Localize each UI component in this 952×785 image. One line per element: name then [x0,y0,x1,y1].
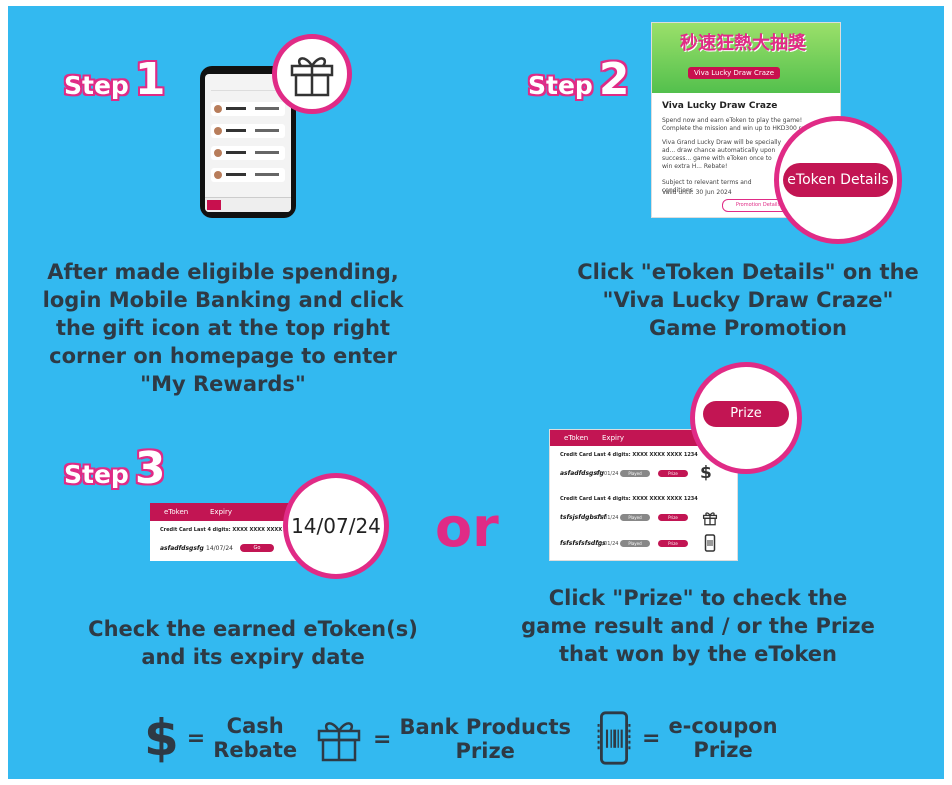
legend-cash-rebate: $ = Cash Rebate [144,710,297,766]
gift-icon-magnifier [272,34,352,114]
token-date: 01/01/24 [596,471,619,477]
coupon-phone-icon [597,711,631,765]
card-subheader: Credit Card Last 4 digits: XXXX XXXX XXX… [560,496,698,502]
step-2-label: Step 2 [528,58,629,102]
equals-sign: = [642,725,661,751]
card-subheader: Credit Card Last 4 digits: XXXX XXXX XXX… [560,452,698,458]
legend-e-coupon-prize: = e-coupon Prize [594,710,778,766]
prize-button[interactable]: Prize [658,540,688,547]
promo-valid: Valid until: 30 Jun 2024 [662,189,732,196]
prize-button-large[interactable]: Prize [703,401,789,427]
step-1-description: After made eligible spending, login Mobi… [42,260,404,396]
dollar-icon: $ [700,463,712,483]
prize-magnifier: Prize [690,362,802,474]
list-item [211,146,285,160]
card-subheader: Credit Card Last 4 digits: XXXX XXXX XXX… [160,527,298,533]
step-2-description: Click "eToken Details" on the "Viva Luck… [577,260,919,340]
played-button[interactable]: Played [620,540,650,547]
coupon-phone-icon [704,534,716,552]
played-button[interactable]: Played [620,514,650,521]
promo-title: Viva Lucky Draw Craze [662,101,778,111]
step-number: 2 [598,54,630,105]
legend-label: Bank Products Prize [399,715,571,763]
column-header: eToken [564,434,589,442]
prize-button[interactable]: Prize [658,514,688,521]
column-header: Expiry [602,434,624,442]
step-word: Step [64,71,129,100]
promo-text: Viva Grand Lucky Draw will be specially … [662,139,782,170]
step-1-label: Step 1 [64,58,165,102]
promo-banner-title: 秒速狂熱大抽獎 [680,33,806,54]
instructions-panel: Step 1 After made eligible spending, log… [8,6,944,779]
list-item [211,124,285,138]
step-number: 1 [134,54,166,105]
step-3-description: Check the earned eToken(s) and its expir… [88,617,418,669]
etoken-details-button[interactable]: eToken Details [783,163,893,197]
column-header: eToken [164,508,189,516]
step-4-description: Click "Prize" to check the game result a… [521,586,875,666]
token-date: 01/01/24 [596,515,619,521]
gift-icon[interactable] [287,50,337,98]
legend-label: e-coupon Prize [668,714,778,762]
legend-bank-products-prize: = Bank Products Prize [313,715,571,763]
phone-bottom-nav [205,197,291,212]
promo-banner: 秒速狂熱大抽獎 Viva Lucky Draw Craze [652,23,840,93]
gift-icon [702,512,718,526]
legend-label: Cash Rebate [213,714,298,762]
step-3-label: Step 3 [64,447,165,491]
step-number: 3 [134,443,166,494]
token-date: 01/01/24 [596,541,619,547]
played-button[interactable]: Played [620,470,650,477]
token-go-button[interactable]: Go [240,544,274,552]
column-header: Expiry [210,508,232,516]
or-divider-text: or [435,496,499,559]
dollar-icon: $ [144,709,179,767]
magnified-expiry-date: 14/07/24 [291,514,381,538]
token-code: asfadfdsgsfg [160,545,204,552]
prize-button[interactable]: Prize [658,470,688,477]
equals-sign: = [373,726,392,752]
expiry-date-magnifier: 14/07/24 [283,473,389,579]
token-date: 14/07/24 [206,545,233,552]
list-item [211,102,285,116]
etoken-details-magnifier: eToken Details [774,116,902,244]
gift-icon [317,722,361,762]
equals-sign: = [186,725,206,751]
list-item [211,168,285,182]
step-word: Step [528,71,593,100]
step-word: Step [64,460,129,489]
promo-banner-subtitle: Viva Lucky Draw Craze [688,67,781,79]
